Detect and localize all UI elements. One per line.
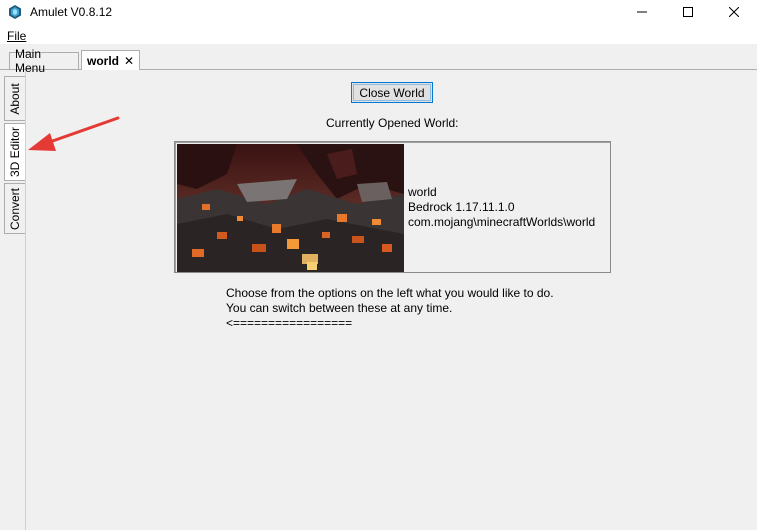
menu-file[interactable]: File: [7, 29, 26, 43]
close-world-label: Close World: [359, 85, 425, 100]
window-title: Amulet V0.8.12: [30, 5, 113, 19]
side-tab-about[interactable]: About: [4, 76, 25, 121]
tab-main-menu[interactable]: Main Menu: [9, 47, 79, 75]
tab-label: world: [87, 53, 119, 68]
side-tab-label: Convert: [8, 187, 22, 230]
maximize-button[interactable]: [665, 0, 711, 24]
world-thumbnail: [177, 144, 404, 272]
minimize-button[interactable]: [619, 0, 665, 24]
instruction-line: <=================: [226, 316, 353, 330]
close-world-button[interactable]: Close World: [351, 82, 433, 103]
instruction-line: Choose from the options on the left what…: [226, 286, 554, 300]
instructions: Choose from the options on the left what…: [226, 286, 554, 331]
world-info: world Bedrock 1.17.11.1.0 com.mojang\min…: [408, 185, 595, 230]
tab-label: Main Menu: [15, 47, 46, 75]
close-icon: [729, 7, 739, 17]
world-card[interactable]: world Bedrock 1.17.11.1.0 com.mojang\min…: [174, 141, 611, 273]
instruction-line: You can switch between these at any time…: [226, 301, 453, 315]
side-tab-convert[interactable]: Convert: [4, 183, 25, 234]
maximize-icon: [683, 7, 693, 17]
tab-world[interactable]: world ✕: [81, 50, 140, 70]
side-tabs-border: [25, 70, 26, 530]
world-path: com.mojang\minecraftWorlds\world: [408, 215, 596, 229]
minimize-icon: [637, 11, 647, 13]
close-tab-icon[interactable]: ✕: [124, 54, 134, 68]
side-tab-label: About: [8, 82, 22, 115]
amulet-app-icon: [9, 5, 21, 19]
world-name: world: [408, 185, 437, 199]
side-tab-label: 3D Editor: [8, 126, 22, 178]
side-tab-3d-editor[interactable]: 3D Editor: [4, 123, 25, 181]
close-window-button[interactable]: [711, 0, 757, 24]
menu-bar: File: [0, 24, 757, 44]
opened-world-heading: Currently Opened World:: [326, 116, 459, 130]
world-version: Bedrock 1.17.11.1.0: [408, 200, 515, 214]
title-bar: Amulet V0.8.12: [0, 0, 757, 24]
